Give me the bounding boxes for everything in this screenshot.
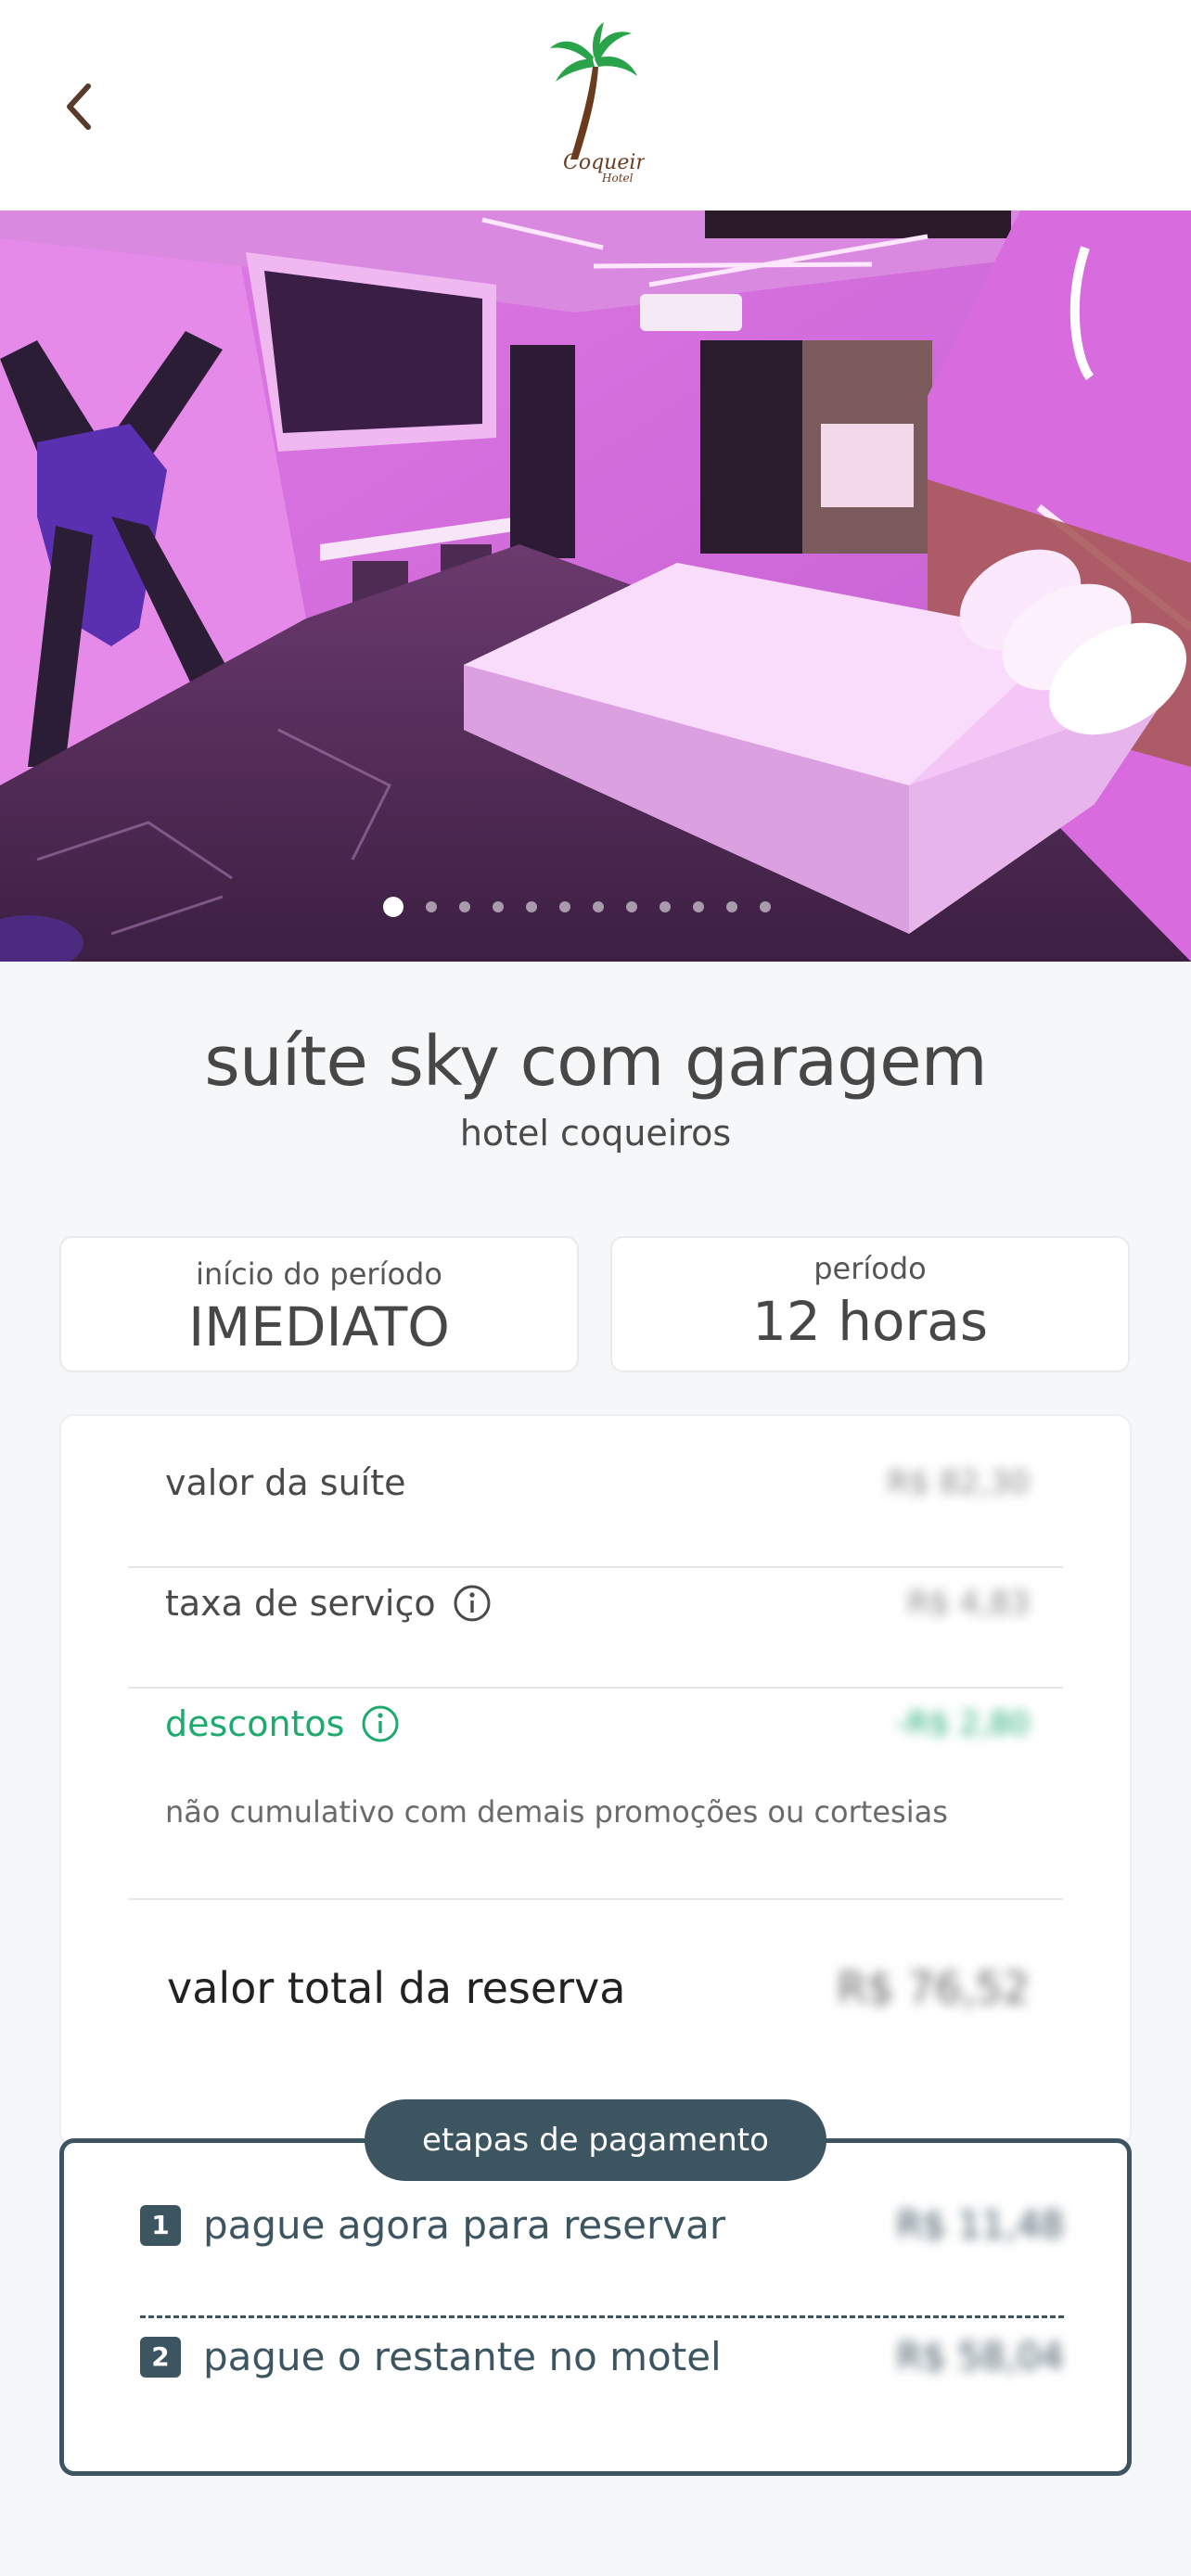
carousel-dot[interactable] (593, 901, 604, 912)
carousel-dot[interactable] (559, 901, 570, 912)
step-label: pague agora para reservar (203, 2202, 726, 2248)
period-box[interactable]: período 12 horas (610, 1236, 1130, 1372)
carousel-dot[interactable] (626, 901, 637, 912)
period-start-label: início do período (196, 1256, 442, 1292)
divider (128, 1898, 1063, 1900)
carousel-dot[interactable] (493, 901, 504, 912)
carousel-dot[interactable] (426, 901, 437, 912)
step-amount: R$ 58,04 (896, 2335, 1064, 2378)
header-bar: Coqueiros Hotel (0, 0, 1191, 210)
suite-value-label: valor da suíte (165, 1462, 406, 1503)
suite-photo-carousel[interactable] (0, 210, 1191, 962)
suite-value-amount: R$ 82,30 (887, 1464, 1030, 1501)
carousel-dot[interactable] (726, 901, 737, 912)
payment-steps-box: 1 pague agora para reservar R$ 11,48 2 p… (59, 2138, 1132, 2476)
carousel-dot[interactable] (760, 901, 771, 912)
suite-value-row: valor da suíte R$ 82,30 (128, 1462, 1063, 1503)
hotel-logo: Coqueiros Hotel (543, 20, 668, 185)
svg-text:Hotel: Hotel (601, 172, 634, 185)
hotel-name: hotel coqueiros (459, 1113, 732, 1154)
payment-steps-title: etapas de pagamento (365, 2099, 826, 2181)
discounts-label: descontos (165, 1703, 345, 1744)
carousel-dot[interactable] (660, 901, 671, 912)
payment-step-2: 2 pague o restante no motel R$ 58,04 (140, 2334, 1064, 2379)
discounts-row: descontos -R$ 2,80 (128, 1703, 1063, 1744)
service-fee-row: taxa de serviço R$ 4,83 (128, 1583, 1063, 1624)
period-value: 12 horas (751, 1290, 989, 1353)
info-icon[interactable] (361, 1704, 400, 1743)
discounts-note: não cumulativo com demais promoções ou c… (165, 1794, 948, 1830)
back-button[interactable] (46, 65, 111, 148)
total-amount: R$ 76,52 (837, 1963, 1030, 2013)
step-amount: R$ 11,48 (896, 2203, 1064, 2247)
service-fee-label: taxa de serviço (165, 1583, 436, 1624)
carousel-indicator (0, 897, 1172, 917)
carousel-dot[interactable] (693, 901, 704, 912)
divider (128, 1566, 1063, 1568)
total-row: valor total da reserva R$ 76,52 (128, 1963, 1063, 2013)
info-icon[interactable] (453, 1584, 492, 1623)
suite-name: suíte sky com garagem (204, 1022, 987, 1102)
service-fee-amount: R$ 4,83 (907, 1585, 1030, 1622)
suite-photo (0, 210, 1191, 962)
total-label: valor total da reserva (167, 1963, 626, 2013)
period-label: período (813, 1251, 927, 1286)
step-label: pague o restante no motel (203, 2334, 722, 2379)
payment-step-1: 1 pague agora para reservar R$ 11,48 (140, 2202, 1064, 2248)
carousel-dot[interactable] (526, 901, 537, 912)
period-start-value: IMEDIATO (188, 1295, 450, 1358)
carousel-dot[interactable] (459, 901, 470, 912)
dashed-divider (140, 2315, 1064, 2318)
step-number: 1 (140, 2204, 181, 2246)
period-start-box: início do período IMEDIATO (59, 1236, 579, 1372)
chevron-left-icon (67, 83, 91, 130)
divider (128, 1687, 1063, 1689)
discounts-amount: -R$ 2,80 (895, 1705, 1030, 1742)
step-number: 2 (140, 2336, 181, 2378)
price-summary-card: valor da suíte R$ 82,30 taxa de serviço … (59, 1414, 1132, 2147)
carousel-dot[interactable] (383, 897, 403, 917)
